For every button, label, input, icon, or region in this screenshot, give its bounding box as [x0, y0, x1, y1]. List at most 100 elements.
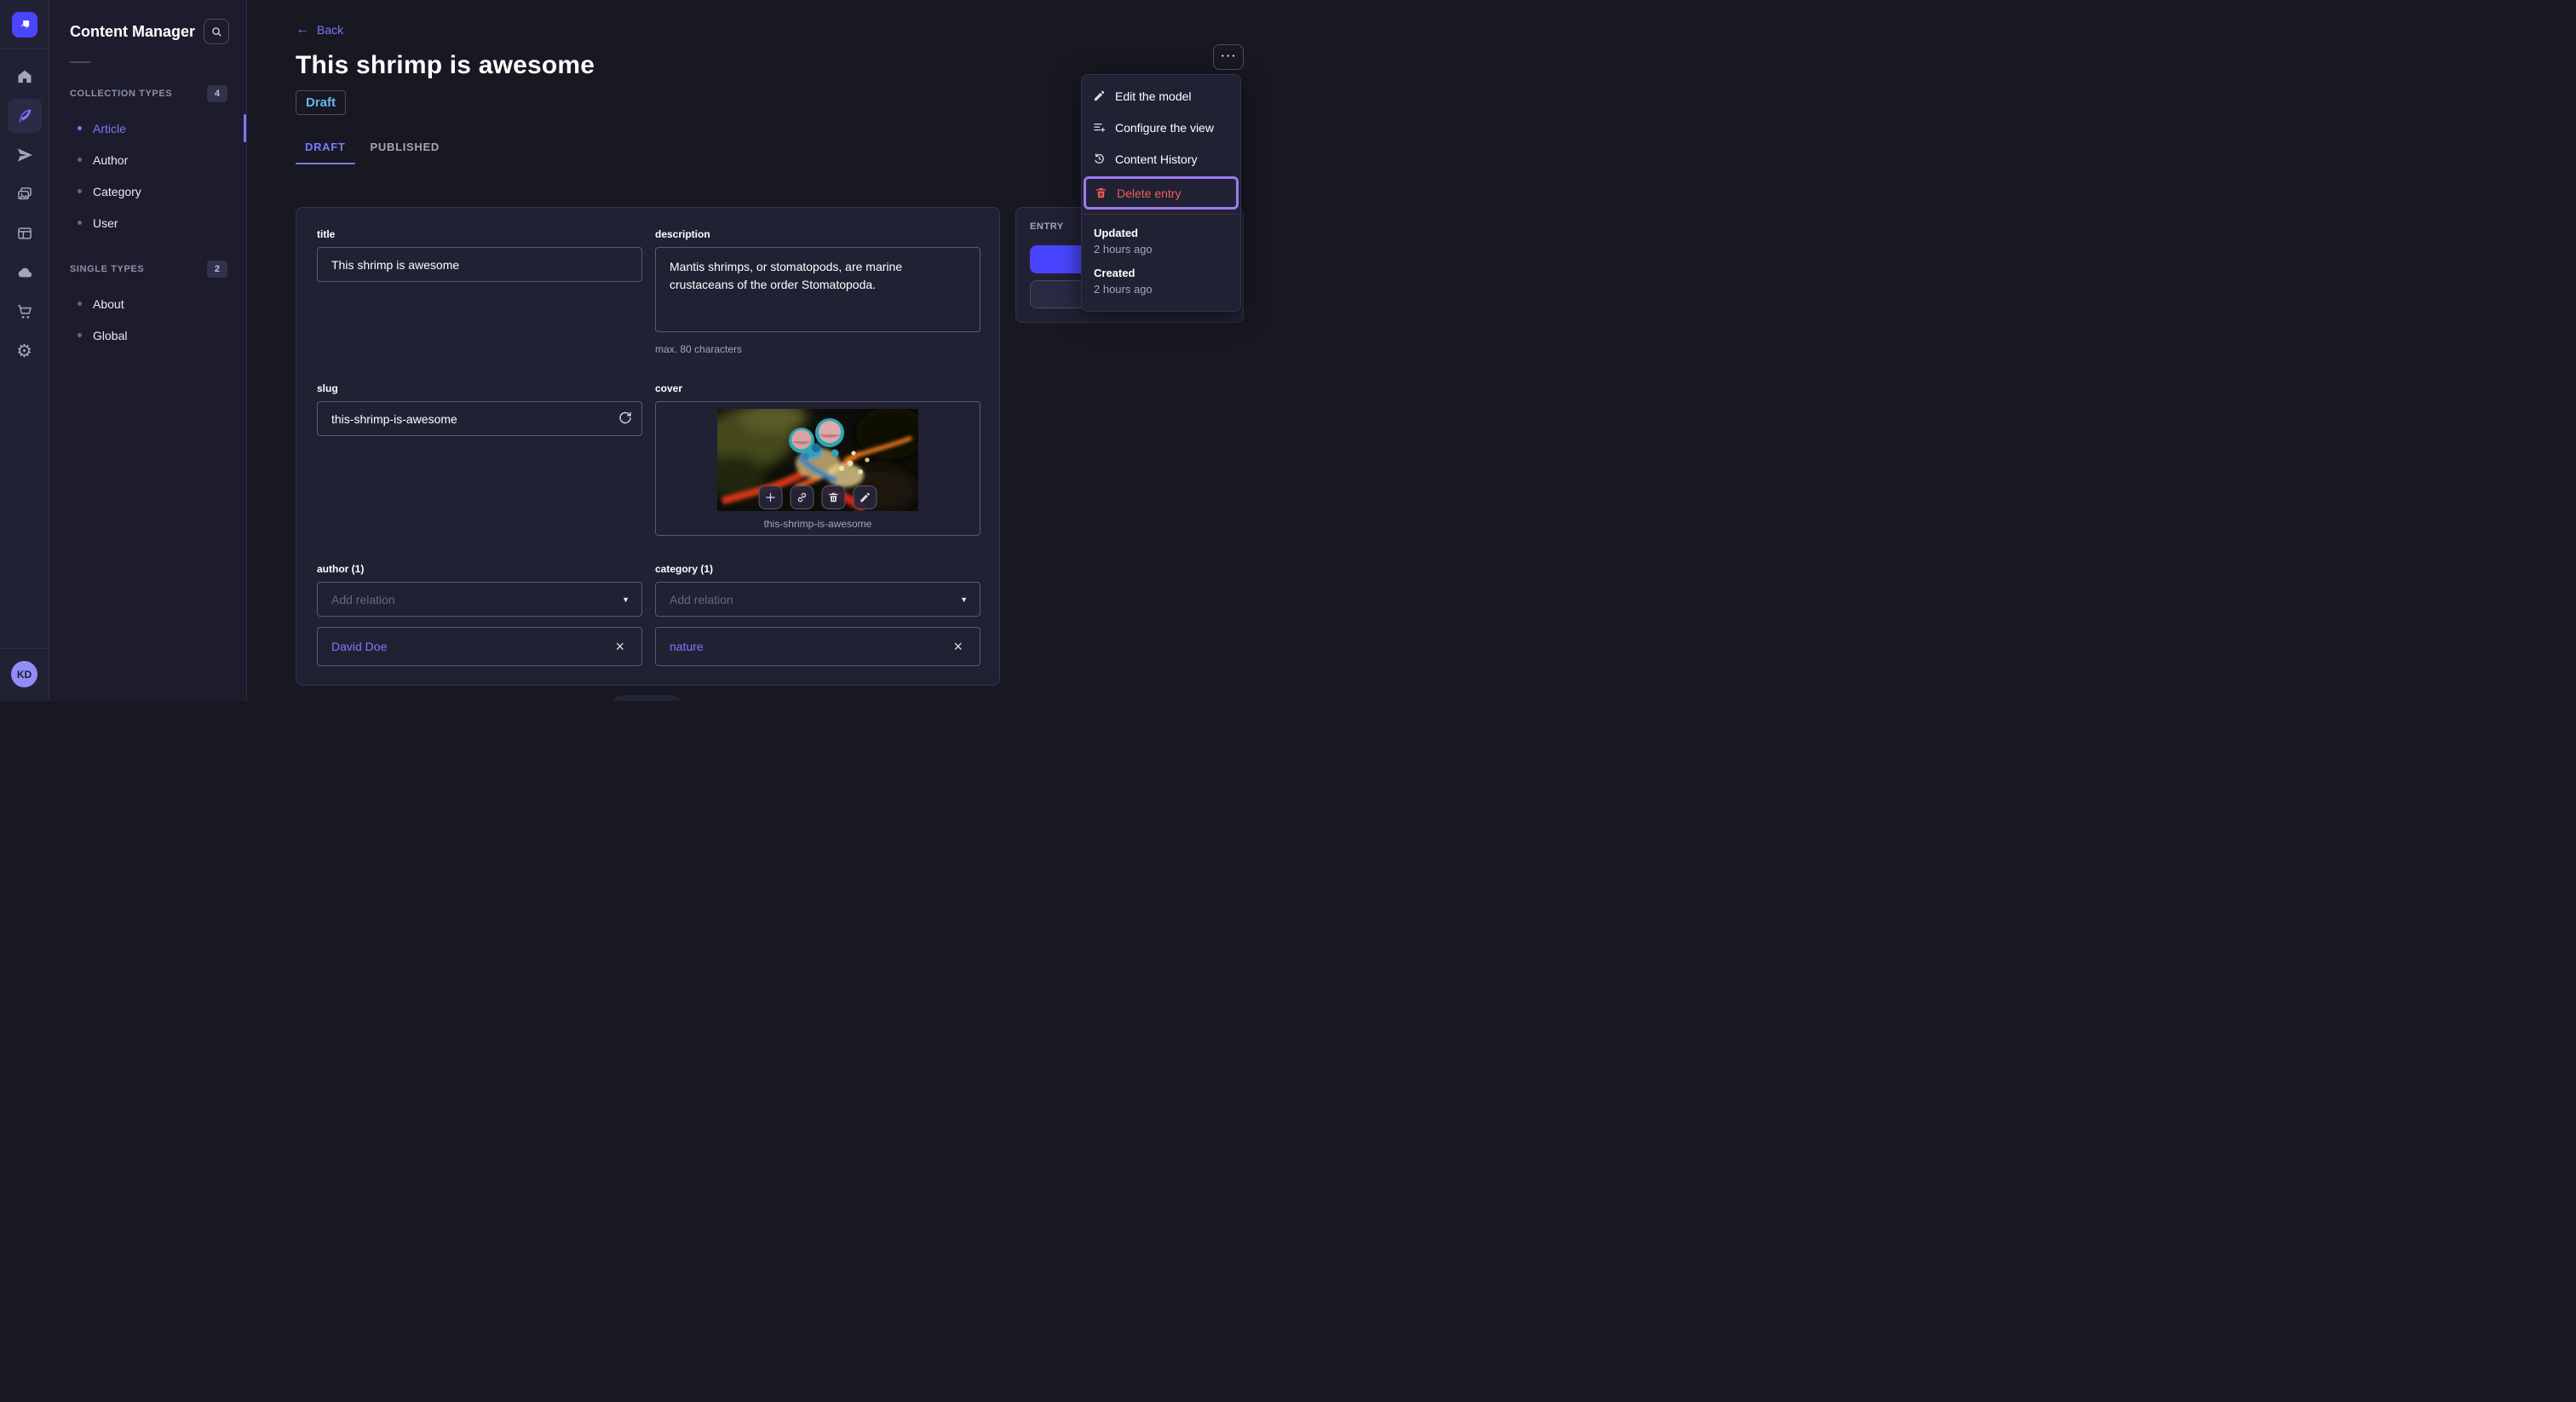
sidebar-item-global[interactable]: Global — [49, 319, 246, 351]
regenerate-slug-button[interactable] — [617, 409, 634, 428]
add-media-button[interactable] — [758, 486, 783, 509]
field-description: description Mantis shrimps, or stomatopo… — [655, 228, 980, 355]
content-manager-subnav: Content Manager COLLECTION TYPES 4 Artic… — [49, 0, 247, 701]
close-icon: × — [615, 638, 624, 655]
content-manager-feather-icon[interactable] — [7, 99, 42, 133]
bullet-icon — [78, 302, 82, 306]
media-library-images-icon[interactable] — [8, 177, 42, 211]
chevron-down-icon: ▼ — [960, 595, 968, 604]
deploy-cloud-icon[interactable] — [8, 256, 42, 290]
menu-item-delete-entry[interactable]: Delete entry — [1084, 176, 1239, 210]
pencil-icon — [1094, 90, 1105, 101]
collapsed-component-partial[interactable] — [612, 695, 683, 701]
nav-item-label: User — [93, 215, 118, 230]
history-clock-icon — [1095, 153, 1104, 164]
back-link[interactable]: ← Back — [296, 23, 343, 37]
group-header: COLLECTION TYPES 4 — [49, 85, 246, 102]
user-avatar[interactable]: KD — [11, 661, 37, 687]
menu-item-label: Configure the view — [1115, 120, 1214, 135]
settings-gear-icon[interactable]: ⚙ — [8, 334, 42, 368]
slug-input[interactable] — [317, 401, 642, 436]
edit-media-button[interactable] — [853, 486, 877, 509]
nav-item-label: Author — [93, 152, 129, 167]
count-badge: 2 — [206, 261, 227, 278]
sidebar-item-category[interactable]: Category — [49, 175, 246, 207]
subnav-header: Content Manager — [49, 0, 246, 44]
sidebar-item-author[interactable]: Author — [49, 144, 246, 175]
delete-media-button[interactable] — [821, 486, 846, 509]
tab-published[interactable]: PUBLISHED — [361, 141, 449, 164]
marketplace-cart-icon[interactable] — [8, 295, 42, 329]
category-relation-select[interactable]: Add relation ▼ — [655, 582, 980, 617]
relation-link[interactable]: David Doe — [331, 640, 387, 653]
group-label: SINGLE TYPES — [70, 264, 145, 274]
description-textarea[interactable]: Mantis shrimps, or stomatopods, are mari… — [655, 247, 980, 332]
copy-link-button[interactable] — [790, 486, 814, 509]
bullet-icon — [78, 333, 82, 337]
plus-icon — [766, 492, 775, 503]
category-relation-item: nature × — [655, 627, 980, 666]
search-button[interactable] — [204, 19, 229, 44]
menu-item-configure-the-view[interactable]: Configure the view — [1082, 112, 1240, 143]
field-slug: slug — [317, 382, 642, 536]
title-input[interactable] — [317, 247, 642, 282]
search-icon — [211, 26, 221, 37]
field-category-relation: category (1) Add relation ▼ nature × — [655, 563, 980, 666]
single-types-group: SINGLE TYPES 2 About Global — [49, 261, 246, 351]
sidebar-item-about[interactable]: About — [49, 288, 246, 319]
pencil-icon — [860, 492, 870, 503]
field-title: title — [317, 228, 642, 355]
back-label: Back — [317, 23, 344, 37]
remove-relation-button[interactable]: × — [610, 638, 630, 655]
bullet-icon — [78, 126, 82, 130]
relation-link[interactable]: nature — [670, 640, 704, 653]
ellipsis-icon: ··· — [1221, 49, 1238, 62]
sidebar-bottom-divider — [0, 648, 49, 649]
bullet-icon — [78, 158, 82, 162]
close-icon: × — [953, 638, 963, 655]
sidebar-item-user[interactable]: User — [49, 207, 246, 238]
sidebar-divider — [0, 48, 49, 49]
main-content: ← Back This shrimp is awesome Draft DRAF… — [247, 0, 1288, 701]
updated-meta: Updated 2 hours ago — [1094, 227, 1228, 256]
releases-send-icon[interactable] — [8, 138, 42, 172]
list-settings-icon — [1094, 124, 1106, 132]
menu-item-label: Content History — [1115, 152, 1198, 166]
entry-options-menu: Edit the model Configure the view Conten… — [1081, 74, 1241, 312]
content-type-builder-layout-icon[interactable] — [8, 216, 42, 250]
field-cover: cover this-shrimp-is-awesome — [655, 382, 980, 536]
more-options-button[interactable]: ··· — [1213, 44, 1244, 70]
field-hint: max. 80 characters — [655, 343, 743, 355]
meta-label: Updated — [1094, 227, 1138, 239]
meta-label: Created — [1094, 267, 1136, 279]
status-badge: Draft — [296, 90, 347, 115]
trash-icon — [829, 492, 838, 503]
field-label: description — [655, 228, 710, 240]
group-label: COLLECTION TYPES — [70, 89, 173, 99]
nav-item-label: Article — [93, 121, 126, 135]
sidebar-icons: ⚙ — [7, 57, 42, 371]
menu-item-label: Delete entry — [1117, 186, 1182, 200]
field-label: title — [317, 228, 336, 240]
remove-relation-button[interactable]: × — [948, 638, 968, 655]
group-header: SINGLE TYPES 2 — [49, 261, 246, 278]
sidebar-item-article[interactable]: Article — [49, 112, 246, 144]
author-relation-select[interactable]: Add relation ▼ — [317, 582, 642, 617]
strapi-logo-icon[interactable] — [11, 12, 37, 37]
tab-draft[interactable]: DRAFT — [296, 141, 355, 164]
meta-value: 2 hours ago — [1094, 283, 1153, 296]
menu-meta: Updated 2 hours ago Created 2 hours ago — [1082, 215, 1240, 311]
app-window: ⚙ KD Content Manager COLLECTION TYPES 4 — [0, 0, 1288, 701]
home-icon[interactable] — [8, 60, 42, 94]
link-icon — [797, 492, 807, 503]
menu-item-content-history[interactable]: Content History — [1082, 143, 1240, 175]
subnav-divider — [70, 61, 90, 63]
chevron-down-icon: ▼ — [622, 595, 630, 604]
menu-item-edit-the-model[interactable]: Edit the model — [1082, 80, 1240, 112]
active-indicator-bar — [244, 114, 246, 142]
select-placeholder: Add relation — [670, 592, 733, 606]
cover-media-box: this-shrimp-is-awesome — [655, 401, 980, 536]
icon-sidebar: ⚙ KD — [0, 0, 49, 701]
bullet-icon — [78, 189, 82, 193]
author-relation-item: David Doe × — [317, 627, 642, 666]
